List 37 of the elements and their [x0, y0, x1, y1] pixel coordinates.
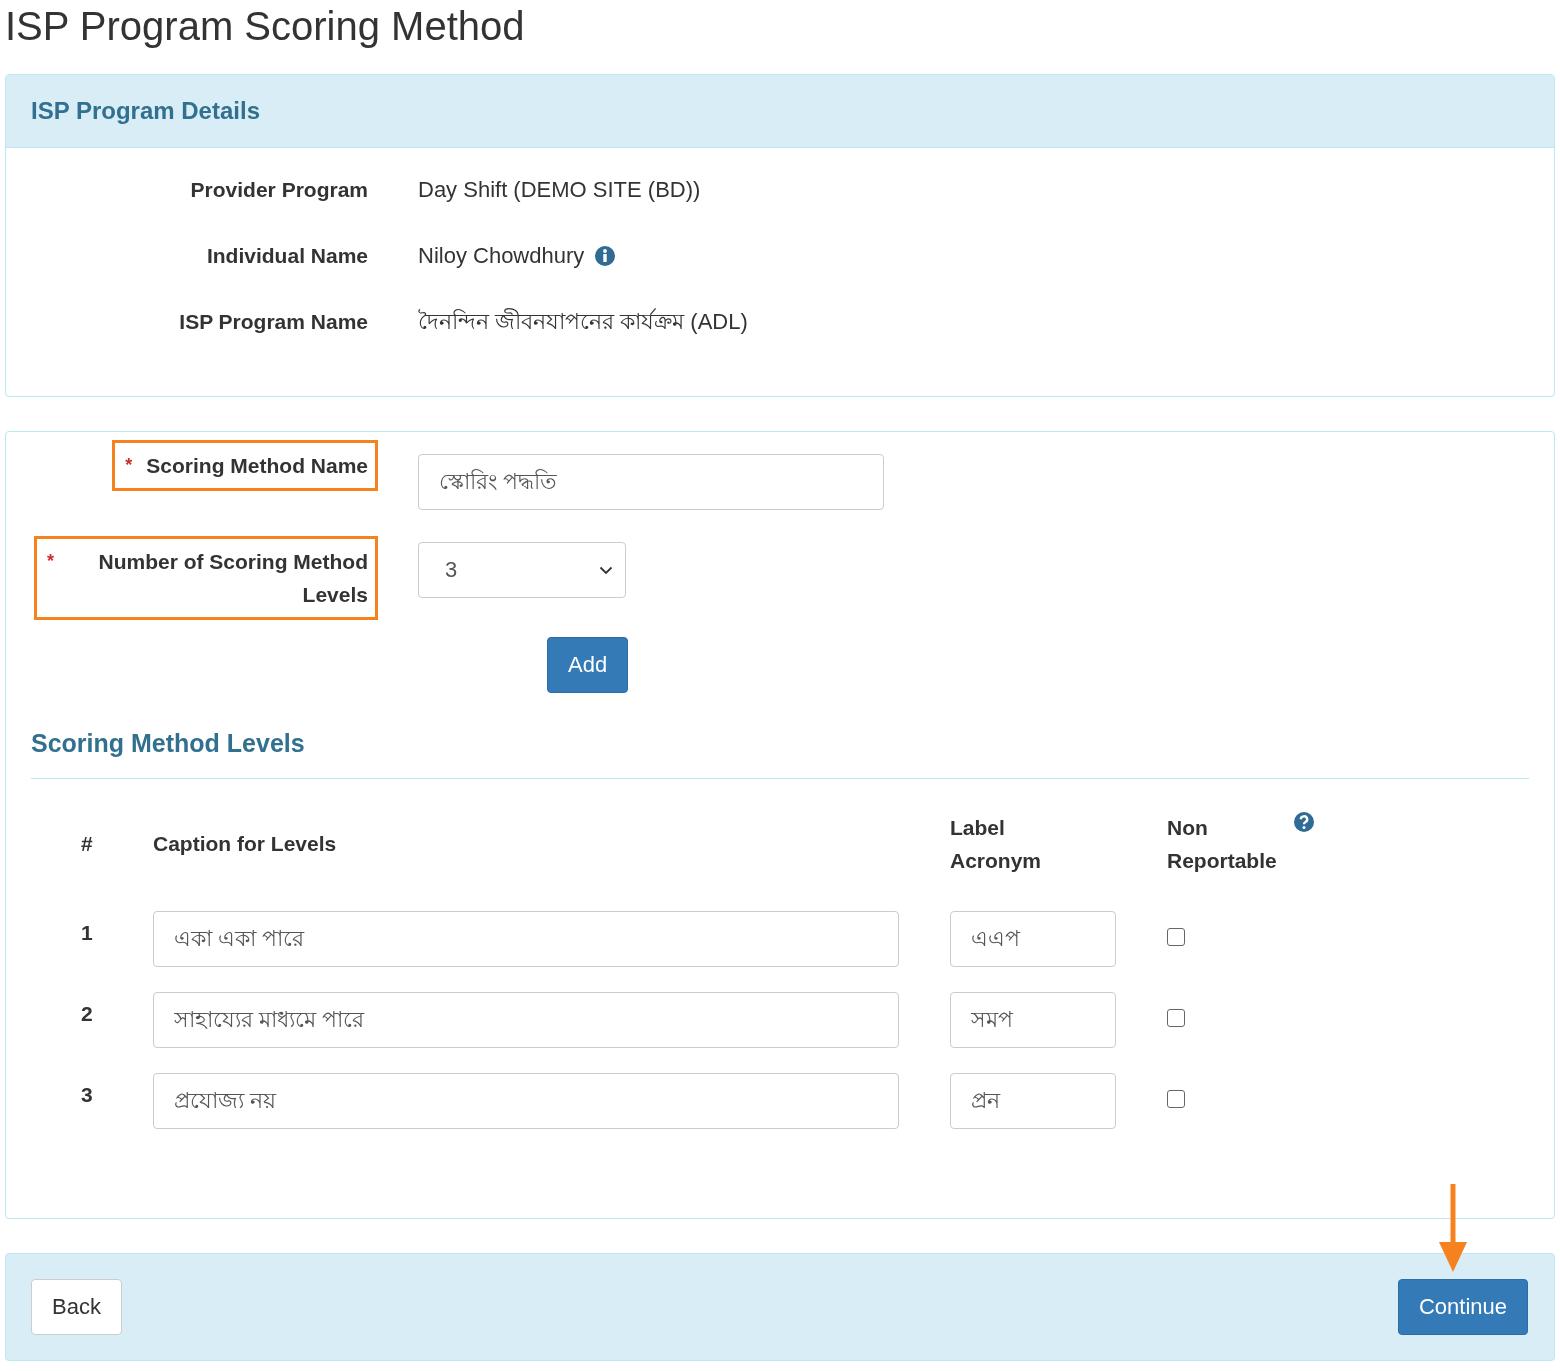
field-label: Provider Program	[189, 177, 368, 203]
page-title: ISP Program Scoring Method	[4, 3, 526, 50]
acronym-input[interactable]: প্রন	[950, 1073, 1116, 1129]
back-button[interactable]: Back	[31, 1279, 122, 1335]
field-label: Scoring Method Name	[146, 453, 368, 479]
info-icon[interactable]	[594, 245, 617, 267]
caption-input[interactable]: প্রযোজ্য নয়	[153, 1073, 899, 1129]
row-number: 3	[80, 1082, 94, 1107]
non-reportable-checkbox[interactable]	[1167, 1009, 1185, 1027]
continue-button[interactable]: Continue	[1397, 1279, 1528, 1335]
acronym-input[interactable]: এএপ	[950, 911, 1116, 967]
required-marker: *	[47, 550, 54, 573]
required-marker: *	[125, 454, 133, 477]
row-number: 2	[80, 1001, 94, 1026]
field-label: Number of Scoring Method Levels	[97, 549, 368, 608]
field-label: ISP Program Name	[178, 309, 368, 335]
column-header: Label Acronym	[950, 815, 1043, 874]
caption-input[interactable]: সাহায্যের মাধ্যমে পারে	[153, 992, 899, 1048]
levels-select[interactable]: 3	[418, 542, 626, 598]
row-number: 1	[80, 920, 94, 945]
field-value: Niloy Chowdhury	[418, 242, 585, 270]
panel-header: ISP Program Details	[6, 75, 1554, 148]
acronym-input[interactable]: সমপ	[950, 992, 1116, 1048]
field-value: দৈনন্দিন জীবনযাপনের কার্যক্রম (ADL)	[418, 307, 748, 336]
caret-icon	[599, 565, 613, 575]
field-label: Individual Name	[205, 243, 368, 269]
help-icon[interactable]	[1293, 811, 1315, 833]
add-button[interactable]: Add	[547, 637, 629, 693]
section-heading: Scoring Method Levels	[31, 729, 1529, 779]
field-value: Day Shift (DEMO SITE (BD))	[418, 176, 701, 204]
column-header: #	[80, 831, 94, 857]
non-reportable-checkbox[interactable]	[1167, 1090, 1185, 1108]
column-header: Caption for Levels	[153, 831, 338, 857]
non-reportable-checkbox[interactable]	[1167, 928, 1185, 946]
caption-input[interactable]: একা একা পারে	[153, 911, 899, 967]
scoring-name-input[interactable]: স্কোরিং পদ্ধতি	[418, 454, 884, 510]
column-header: Non Reportable	[1167, 815, 1278, 874]
